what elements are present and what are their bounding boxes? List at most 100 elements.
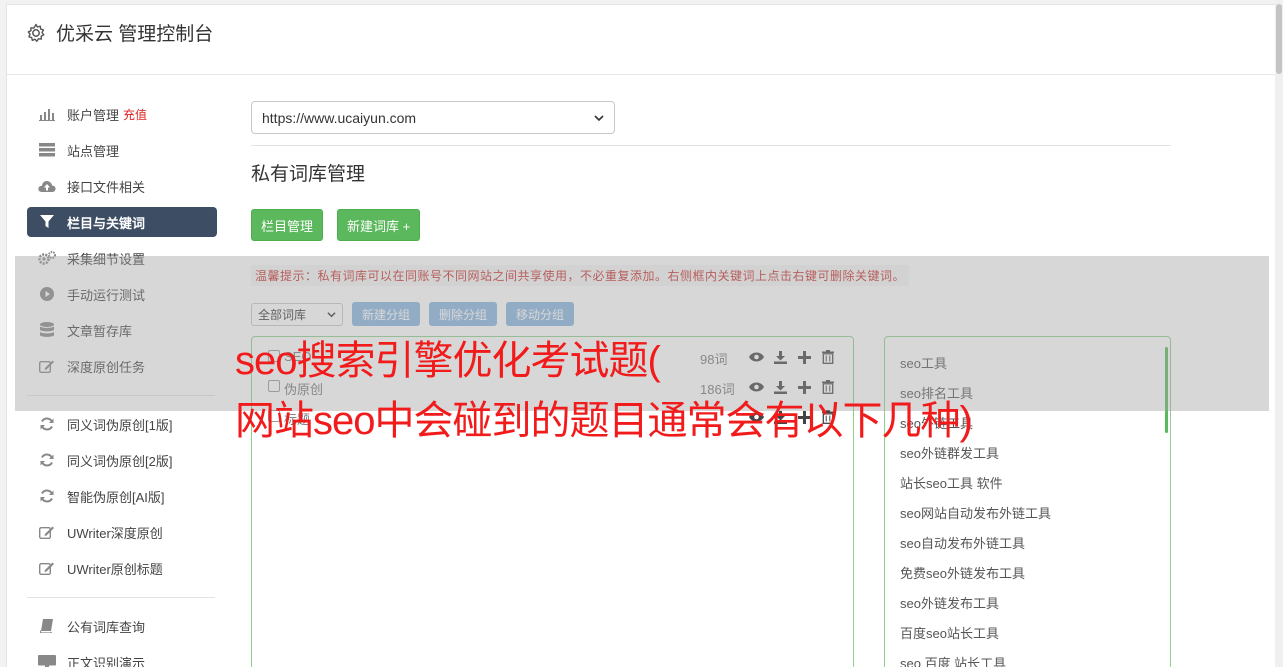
scrollbar[interactable] <box>1165 347 1168 433</box>
sidebar-item-label: 文章暂存库 <box>67 323 133 339</box>
sidebar-item-label: 采集细节设置 <box>67 251 146 267</box>
download-icon[interactable] <box>772 349 788 365</box>
plus-icon[interactable] <box>796 409 812 425</box>
filter-icon <box>38 214 56 230</box>
recharge-link[interactable]: 充值 <box>123 106 147 123</box>
list-item: 伪原创 186词 <box>252 367 853 397</box>
lexicon-checkbox[interactable] <box>268 380 280 392</box>
book-icon <box>38 618 56 634</box>
sidebar-item-label: 栏目与关键词 <box>67 215 146 231</box>
divider <box>251 145 1171 146</box>
download-icon[interactable] <box>772 379 788 395</box>
lexicon-checkbox[interactable] <box>268 410 280 422</box>
plus-icon[interactable] <box>796 349 812 365</box>
sidebar-item-article-store[interactable]: 文章暂存库 <box>27 315 217 345</box>
keyword-item[interactable]: seo网站自动发布外链工具 <box>900 503 1051 522</box>
sidebar-item-uwriter-deep[interactable]: UWriter深度原创 <box>27 517 217 547</box>
eye-icon[interactable] <box>748 409 764 425</box>
keyword-item[interactable]: 站长seo工具 软件 <box>900 473 1003 492</box>
edit-icon <box>38 524 56 540</box>
chevron-down-icon <box>594 114 604 121</box>
column-manage-button[interactable]: 栏目管理 <box>251 209 324 241</box>
server-icon <box>38 142 56 158</box>
sidebar-item-columns-keywords[interactable]: 栏目与关键词 <box>27 207 217 237</box>
keyword-item[interactable]: seo外链群发工具 <box>900 443 999 462</box>
lexicon-checkbox[interactable] <box>268 350 280 362</box>
sidebar-item-deep-original[interactable]: 深度原创任务 <box>27 351 217 381</box>
sidebar-item-label: 手动运行测试 <box>67 287 146 303</box>
sidebar-item-label: 智能伪原创[AI版] <box>67 489 165 505</box>
chevron-down-icon <box>327 311 336 317</box>
cogs-icon <box>38 250 56 266</box>
sidebar-item-label: 公有词库查询 <box>67 619 146 635</box>
sidebar-divider <box>27 597 215 598</box>
move-group-button[interactable]: 移动分组 <box>506 302 575 326</box>
trash-icon[interactable] <box>820 379 836 395</box>
gear-icon <box>27 23 45 42</box>
list-item: 标题 <box>252 397 853 427</box>
play-circle-icon <box>38 286 56 302</box>
lexicon-name[interactable]: SEO <box>284 349 311 364</box>
keyword-item[interactable]: seo外链发布工具 <box>900 593 999 612</box>
lexicon-count: 98词 <box>700 352 728 367</box>
keyword-item[interactable]: seo工具 <box>900 353 947 372</box>
sidebar-item-uwriter-title[interactable]: UWriter原创标题 <box>27 553 217 583</box>
keyword-item[interactable]: seo 百度 站长工具 <box>900 653 1006 667</box>
sidebar-item-public-lexicon[interactable]: 公有词库查询 <box>27 611 217 641</box>
sidebar-item-label: UWriter深度原创 <box>67 525 163 541</box>
sidebar-item-label: 接口文件相关 <box>67 179 146 195</box>
delete-group-button[interactable]: 删除分组 <box>429 302 498 326</box>
keyword-item[interactable]: seo外链工具 <box>900 413 973 432</box>
lexicon-actions <box>748 409 836 425</box>
trash-icon[interactable] <box>820 409 836 425</box>
new-lexicon-button[interactable]: 新建词库 + <box>337 209 421 241</box>
lexicon-filter-select[interactable]: 全部词库 <box>251 302 343 326</box>
keyword-item[interactable]: seo排名工具 <box>900 383 973 402</box>
keyword-list: seo工具 seo排名工具 seo外链工具 seo外链群发工具 站长seo工具 … <box>884 336 1171 667</box>
header: 优采云 管理控制台 <box>7 5 1275 75</box>
sidebar-item-label: UWriter原创标题 <box>67 561 163 577</box>
page-title: 优采云 管理控制台 <box>56 24 214 45</box>
sidebar-item-ai-rewrite[interactable]: 智能伪原创[AI版] <box>27 481 217 511</box>
sidebar-item-synonym-v1[interactable]: 同义词伪原创[1版] <box>27 409 217 439</box>
edit-icon <box>38 560 56 576</box>
lexicon-name[interactable]: 标题 <box>284 409 310 428</box>
keyword-item[interactable]: 免费seo外链发布工具 <box>900 563 1025 582</box>
keyword-item[interactable]: 百度seo站长工具 <box>900 623 999 642</box>
sidebar-item-label: 账户管理 <box>67 107 120 123</box>
refresh-icon <box>38 452 56 468</box>
sidebar-item-sites[interactable]: 站点管理 <box>27 135 217 165</box>
plus-icon[interactable] <box>796 379 812 395</box>
site-select-value: https://www.ucaiyun.com <box>262 109 417 126</box>
monitor-icon <box>38 654 56 667</box>
keyword-item[interactable]: seo自动发布外链工具 <box>900 533 1025 552</box>
sidebar-item-synonym-v2[interactable]: 同义词伪原创[2版] <box>27 445 217 475</box>
sidebar-item-text-recognition[interactable]: 正文识别演示 <box>27 647 217 667</box>
eye-icon[interactable] <box>748 379 764 395</box>
database-icon <box>38 322 56 338</box>
refresh-icon <box>38 488 56 504</box>
sidebar-item-interface-files[interactable]: 接口文件相关 <box>27 171 217 201</box>
page-scrollbar[interactable] <box>1275 0 1283 667</box>
lexicon-actions <box>748 379 836 395</box>
sidebar-item-collect-settings[interactable]: 采集细节设置 <box>27 243 217 273</box>
action-buttons: 栏目管理 新建词库 + <box>251 209 1171 241</box>
sidebar-item-label: 深度原创任务 <box>67 359 146 375</box>
trash-icon[interactable] <box>820 349 836 365</box>
site-select[interactable]: https://www.ucaiyun.com <box>251 101 615 134</box>
sidebar: 账户管理 充值 站点管理 接口文件相关 栏目与关键词 采集细节设置 手动运行测试… <box>27 99 217 667</box>
page-scrollbar-thumb[interactable] <box>1276 4 1282 74</box>
lexicon-list: SEO 98词 伪原创 186词 标题 <box>251 336 854 667</box>
lexicon-name[interactable]: 伪原创 <box>284 379 323 398</box>
new-group-button[interactable]: 新建分组 <box>352 302 421 326</box>
console-panel: 优采云 管理控制台 账户管理 充值 站点管理 接口文件相关 栏目与关键词 采集细… <box>6 4 1276 667</box>
sidebar-item-account[interactable]: 账户管理 充值 <box>27 99 217 129</box>
sidebar-item-label: 同义词伪原创[1版] <box>67 417 173 433</box>
sidebar-item-manual-test[interactable]: 手动运行测试 <box>27 279 217 309</box>
download-icon[interactable] <box>772 409 788 425</box>
tip-text: 温馨提示：私有词库可以在同账号不同网站之间共享使用，不必重复添加。右侧框内关键词… <box>251 265 910 286</box>
sidebar-divider <box>27 395 215 396</box>
eye-icon[interactable] <box>748 349 764 365</box>
edit-icon <box>38 358 56 374</box>
sidebar-item-label: 正文识别演示 <box>67 655 146 667</box>
